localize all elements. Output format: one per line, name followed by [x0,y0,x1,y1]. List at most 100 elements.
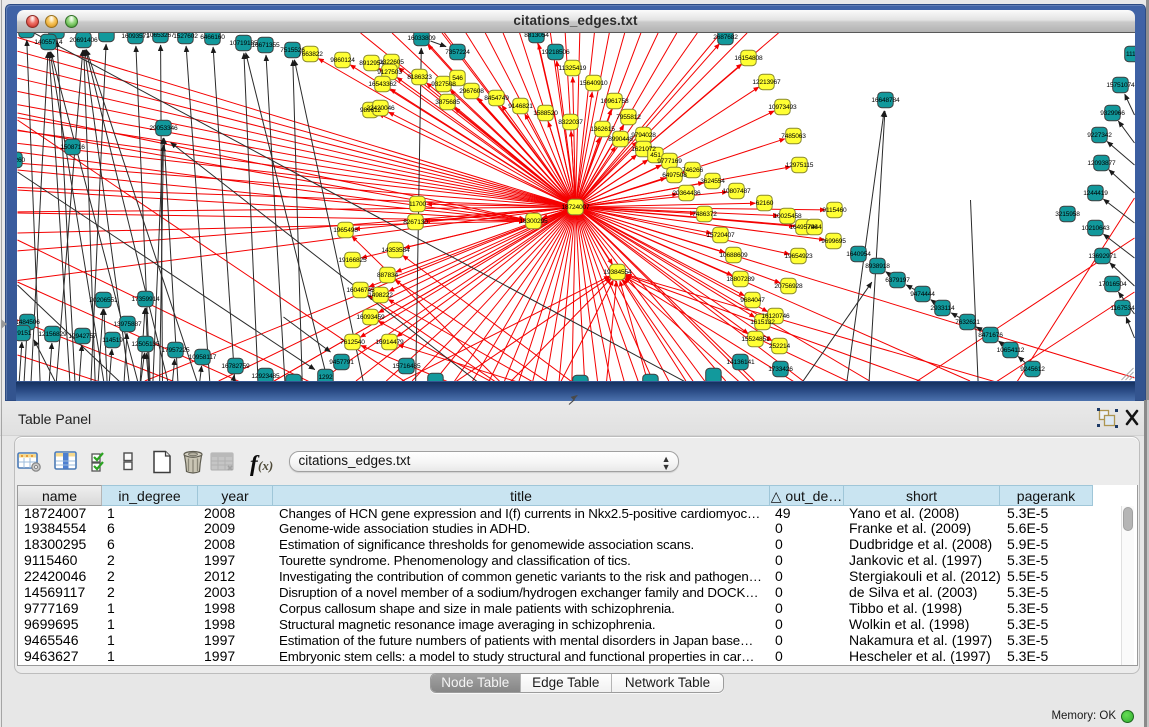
svg-text:9245612: 9245612 [1020,366,1045,373]
svg-text:7612540: 7612540 [340,339,365,346]
svg-text:9146821: 9146821 [508,103,533,110]
svg-text:546: 546 [452,75,463,82]
svg-text:14353584: 14353584 [381,247,410,254]
svg-text:19384554: 19384554 [603,269,632,276]
svg-text:15751074: 15751074 [1106,82,1135,89]
svg-text:252214: 252214 [768,343,790,350]
svg-text:9699695: 9699695 [821,238,846,245]
svg-text:1322605: 1322605 [379,59,404,66]
svg-text:8454749: 8454749 [484,95,509,102]
svg-text:11325419: 11325419 [558,65,586,72]
svg-text:17957225: 17957225 [161,347,190,354]
svg-text:18807289: 18807289 [726,276,755,283]
svg-text:9457791: 9457791 [329,359,354,366]
svg-text:62160: 62160 [755,200,773,207]
svg-text:3215958: 3215958 [1055,211,1080,218]
svg-text:1508716: 1508716 [60,144,85,151]
svg-text:16671355: 16671355 [251,42,280,49]
svg-text:887834: 887834 [376,272,398,279]
svg-text:13692971: 13692971 [1088,253,1117,260]
svg-text:7663822: 7663822 [298,51,323,58]
svg-text:16914479: 16914479 [375,339,404,346]
svg-text:19654923: 19654923 [784,253,813,260]
svg-text:7357224: 7357224 [445,49,470,56]
svg-text:(x): (x) [258,458,273,473]
svg-text:9115460: 9115460 [822,207,847,214]
svg-text:1244419: 1244419 [1083,190,1108,197]
svg-text:9684047: 9684047 [740,297,765,304]
svg-text:16033809: 16033809 [407,35,436,42]
svg-text:15524851: 15524851 [741,336,770,343]
svg-text:8267130: 8267130 [403,219,428,226]
svg-text:9227342: 9227342 [1087,132,1112,139]
svg-text:16648784: 16648784 [871,97,900,104]
svg-text:3624554: 3624554 [700,178,725,185]
svg-text:10961758: 10961758 [600,98,629,105]
svg-text:8471676: 8471676 [978,332,1003,339]
svg-text:13975887: 13975887 [113,321,142,328]
svg-text:9777169: 9777169 [657,158,682,165]
svg-text:10653267: 10653267 [146,33,175,39]
svg-text:7632621: 7632621 [955,319,980,326]
svg-text:10973493: 10973493 [768,104,797,111]
svg-text:19218506: 19218506 [541,49,570,56]
svg-text:8938918: 8938918 [865,263,890,270]
svg-text:17016504: 17016504 [1098,281,1127,288]
svg-text:114519: 114519 [102,337,123,344]
svg-text:12505135: 12505135 [131,341,160,348]
svg-text:15720407: 15720407 [706,232,735,239]
svg-text:10025458: 10025458 [773,213,802,220]
svg-text:8322037: 8322037 [558,119,583,126]
svg-text:18300295: 18300295 [519,218,548,225]
svg-text:22420046: 22420046 [366,105,395,112]
svg-text:1484506: 1484506 [17,319,40,326]
svg-text:10807487: 10807487 [722,188,751,195]
svg-text:1167534: 1167534 [1110,305,1135,312]
svg-text:9474444: 9474444 [910,291,935,298]
svg-text:1615132: 1615132 [750,319,775,326]
svg-text:3875685: 3875685 [435,99,460,106]
svg-text:16782759: 16782759 [221,363,250,370]
svg-text:6379197: 6379197 [885,277,910,284]
svg-text:20756928: 20756928 [774,283,803,290]
svg-text:6466160: 6466160 [200,34,225,41]
svg-text:9127503: 9127503 [377,69,402,76]
svg-text:11700: 11700 [408,201,426,208]
svg-text:39151: 39151 [17,330,32,337]
svg-text:1640954: 1640954 [846,251,871,258]
svg-text:14055714: 14055714 [34,39,63,46]
svg-text:1112: 1112 [1125,51,1134,58]
svg-text:1362615: 1362615 [590,126,615,133]
svg-text:7444: 7444 [807,224,822,231]
svg-text:7485063: 7485063 [781,133,806,140]
svg-text:10654112: 10654112 [996,347,1024,354]
svg-text:9860124: 9860124 [330,57,355,64]
svg-text:1527602: 1527602 [173,33,198,40]
svg-text:1965498: 1965498 [333,227,358,234]
svg-text:2687682: 2687682 [713,34,738,41]
svg-text:12093877: 12093877 [1087,160,1116,167]
svg-text:20364436: 20364436 [672,190,701,197]
svg-text:18724007: 18724007 [561,204,590,211]
svg-text:12942757: 12942757 [68,333,97,340]
svg-text:20691406: 20691406 [69,37,98,44]
svg-text:7486372: 7486372 [692,211,717,218]
svg-text:14136141: 14136141 [726,359,755,366]
svg-text:2967608: 2967608 [459,88,484,95]
svg-text:2933114: 2933114 [930,305,955,312]
svg-text:6497508: 6497508 [662,172,687,179]
svg-text:9327508: 9327508 [431,81,456,88]
svg-text:10958117: 10958117 [188,354,216,361]
svg-text:1292: 1292 [318,374,333,381]
svg-text:15640910: 15640910 [579,80,608,87]
svg-text:1588520: 1588520 [533,110,558,117]
svg-text:20206551: 20206551 [89,297,118,304]
svg-text:12213967: 12213967 [752,79,781,86]
svg-text:16120746: 16120746 [761,313,790,320]
svg-text:8186323: 8186323 [407,74,432,81]
svg-text:29053346: 29053346 [149,125,178,132]
svg-text:16093459: 16093459 [356,314,385,321]
svg-text:17359914: 17359914 [131,296,160,303]
svg-text:8813054: 8813054 [524,33,549,39]
svg-text:16543362: 16543362 [368,81,397,88]
